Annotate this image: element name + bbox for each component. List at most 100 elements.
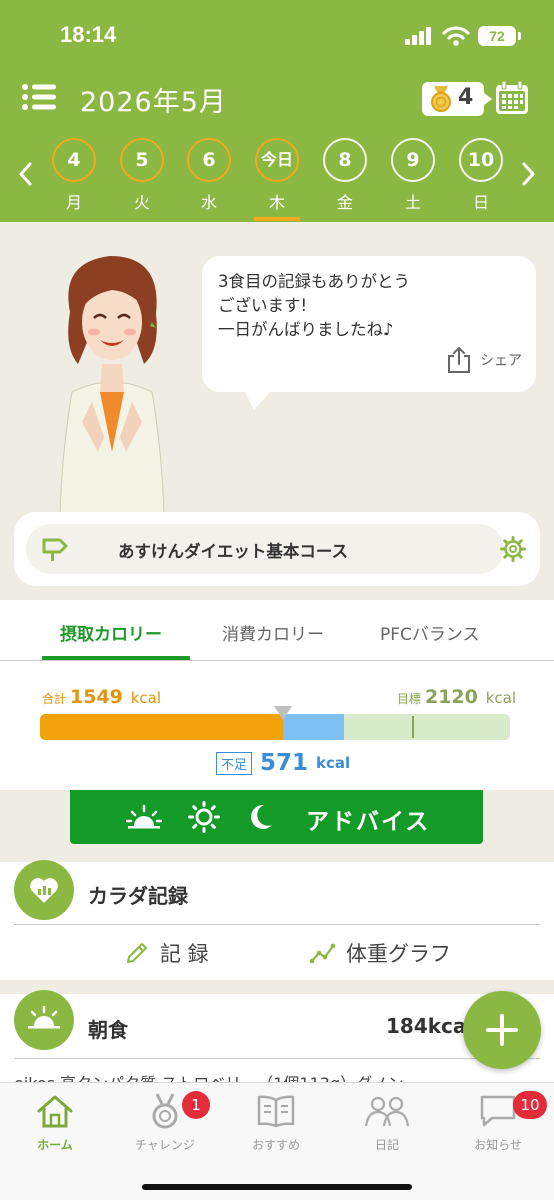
chevron-right-icon[interactable] bbox=[518, 160, 538, 188]
day-weekday: 月 bbox=[65, 193, 82, 212]
day-weekday: 金 bbox=[336, 193, 353, 212]
add-record-button[interactable] bbox=[463, 991, 541, 1069]
line-graph-icon bbox=[310, 943, 336, 964]
plus-icon bbox=[486, 1014, 518, 1046]
month-title: 2026年5月 bbox=[80, 87, 227, 118]
bottom-nav: ホーム チャレンジ 1 おすすめ 日記 お知らせ 10 bbox=[0, 1082, 554, 1200]
total-value: 1549 bbox=[70, 686, 123, 708]
body-record-card: カラダ記録 記 録 体重グラフ bbox=[0, 860, 554, 980]
course-selector[interactable]: あすけんダイエット基本コース bbox=[26, 524, 504, 574]
chevron-left-icon[interactable] bbox=[16, 160, 36, 188]
goal-value: 2120 bbox=[424, 686, 478, 708]
tab-intake-calories[interactable]: 摂取カロリー bbox=[60, 620, 162, 645]
advice-button[interactable]: アドバイス bbox=[70, 790, 483, 844]
sunrise-icon bbox=[28, 1006, 60, 1029]
app-header: 18:14 72 2026年5月 4 4 月 5 火 6 水 今日 木 8 金 … bbox=[0, 0, 554, 222]
share-icon bbox=[448, 346, 470, 373]
signal-icon bbox=[405, 27, 431, 45]
day-weekday: 火 bbox=[133, 193, 150, 212]
selected-day-underline bbox=[254, 217, 300, 221]
share-button[interactable]: シェア bbox=[446, 346, 522, 374]
medal-pointer bbox=[484, 93, 492, 105]
breakfast-badge bbox=[14, 990, 74, 1050]
record-label: 記 録 bbox=[160, 942, 209, 966]
medal-icon bbox=[152, 1093, 178, 1129]
body-record-badge bbox=[14, 860, 74, 920]
book-icon bbox=[257, 1095, 295, 1128]
deficit-fill bbox=[283, 714, 344, 740]
breakfast-title: 朝食 bbox=[88, 1018, 128, 1042]
nav-diary[interactable]: 日記 bbox=[332, 1091, 442, 1153]
chat-icon bbox=[480, 1095, 516, 1127]
course-card: あすけんダイエット基本コース bbox=[14, 512, 540, 586]
heart-chart-icon bbox=[30, 878, 58, 903]
battery-indicator: 72 bbox=[478, 26, 516, 46]
day-today[interactable]: 今日 木 bbox=[253, 138, 301, 221]
pencil-icon bbox=[127, 943, 147, 963]
challenge-badge: 1 bbox=[182, 1091, 210, 1119]
day-weekday: 木 bbox=[268, 193, 285, 212]
record-button[interactable]: 記 録 bbox=[124, 938, 209, 968]
home-indicator bbox=[142, 1184, 412, 1190]
weight-graph-button[interactable]: 体重グラフ bbox=[310, 938, 451, 968]
nav-label: チャレンジ bbox=[135, 1138, 195, 1152]
goal-marker bbox=[412, 716, 414, 738]
tab-divider bbox=[0, 660, 554, 661]
intake-marker bbox=[274, 706, 292, 720]
medal-count: 4 bbox=[458, 85, 474, 110]
medal-icon bbox=[431, 86, 451, 112]
share-label: シェア bbox=[480, 353, 522, 369]
tab-burned-calories[interactable]: 消費カロリー bbox=[222, 620, 324, 645]
calorie-panel: 摂取カロリー 消費カロリー PFCバランス 合計 1549 kcal 目標 2120… bbox=[0, 600, 554, 790]
people-icon bbox=[364, 1096, 410, 1127]
breakfast-divider bbox=[14, 1058, 540, 1059]
wifi-icon bbox=[442, 26, 470, 46]
day-weekday: 土 bbox=[404, 193, 421, 212]
calorie-shortfall: 不足 571 kcal bbox=[216, 750, 350, 776]
goal-label: 目標 bbox=[396, 692, 421, 706]
nav-label: おすすめ bbox=[251, 1138, 300, 1152]
total-calories: 合計 1549 kcal bbox=[42, 686, 161, 708]
day-tue[interactable]: 5 火 bbox=[118, 138, 166, 213]
sunrise-icon bbox=[126, 804, 162, 829]
day-weekday: 水 bbox=[200, 193, 217, 212]
bubble-message: 3食目の記録もありがとう ございます! 一日がんばりましたね♪ bbox=[218, 272, 410, 339]
status-time: 18:14 bbox=[60, 22, 117, 47]
week-selector: 4 月 5 火 6 水 今日 木 8 金 9 土 10 日 bbox=[0, 138, 554, 222]
gear-icon[interactable] bbox=[500, 536, 526, 562]
body-record-divider bbox=[14, 924, 540, 925]
weight-graph-label: 体重グラフ bbox=[346, 942, 451, 966]
day-wed[interactable]: 6 水 bbox=[185, 138, 233, 213]
nav-challenge[interactable]: チャレンジ 1 bbox=[110, 1091, 220, 1153]
battery-tip bbox=[518, 32, 521, 40]
total-unit: kcal bbox=[130, 689, 162, 707]
news-badge: 10 bbox=[513, 1091, 547, 1119]
day-number: 6 bbox=[187, 138, 231, 182]
nav-label: お知らせ bbox=[474, 1138, 522, 1152]
shortfall-unit: kcal bbox=[316, 754, 351, 772]
sun-icon bbox=[188, 801, 220, 833]
day-mon[interactable]: 4 月 bbox=[50, 138, 98, 213]
shortfall-value: 571 bbox=[260, 750, 309, 776]
status-bar: 18:14 72 bbox=[0, 22, 554, 54]
tab-pfc-balance[interactable]: PFCバランス bbox=[380, 620, 480, 645]
day-sun[interactable]: 10 日 bbox=[457, 138, 505, 213]
nav-recommend[interactable]: おすすめ bbox=[221, 1091, 331, 1153]
signpost-icon bbox=[42, 538, 68, 561]
nav-home[interactable]: ホーム bbox=[0, 1091, 110, 1153]
home-icon bbox=[37, 1095, 73, 1128]
day-number: 9 bbox=[391, 138, 435, 182]
medal-counter[interactable]: 4 bbox=[422, 82, 492, 116]
day-fri[interactable]: 8 金 bbox=[321, 138, 369, 213]
day-sat[interactable]: 9 土 bbox=[389, 138, 437, 213]
calendar-icon[interactable] bbox=[494, 80, 530, 116]
menu-icon[interactable] bbox=[22, 84, 56, 110]
day-number: 4 bbox=[52, 138, 96, 182]
speech-bubble: 3食目の記録もありがとう ございます! 一日がんばりましたね♪ シェア bbox=[202, 256, 536, 410]
goal-calories: 目標 2120 kcal bbox=[397, 686, 516, 708]
day-number: 8 bbox=[323, 138, 367, 182]
day-number: 10 bbox=[459, 138, 503, 182]
breakfast-kcal: 184kcal bbox=[386, 1014, 474, 1038]
nav-news[interactable]: お知らせ 10 bbox=[443, 1091, 553, 1153]
dietitian-character bbox=[59, 256, 165, 514]
